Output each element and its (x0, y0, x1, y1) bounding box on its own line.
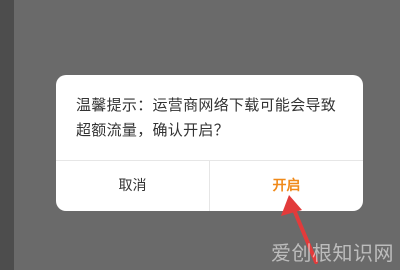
left-panel-edge (0, 0, 14, 270)
cancel-button[interactable]: 取消 (56, 161, 209, 211)
confirm-enable-button[interactable]: 开启 (210, 161, 363, 211)
dialog-message: 温馨提示：运营商网络下载可能会导致超额流量，确认开启？ (76, 96, 337, 139)
watermark-text: 爱创根知识网 (271, 241, 394, 265)
network-warning-dialog: 温馨提示：运营商网络下载可能会导致超额流量，确认开启？ 取消 开启 (56, 75, 363, 211)
